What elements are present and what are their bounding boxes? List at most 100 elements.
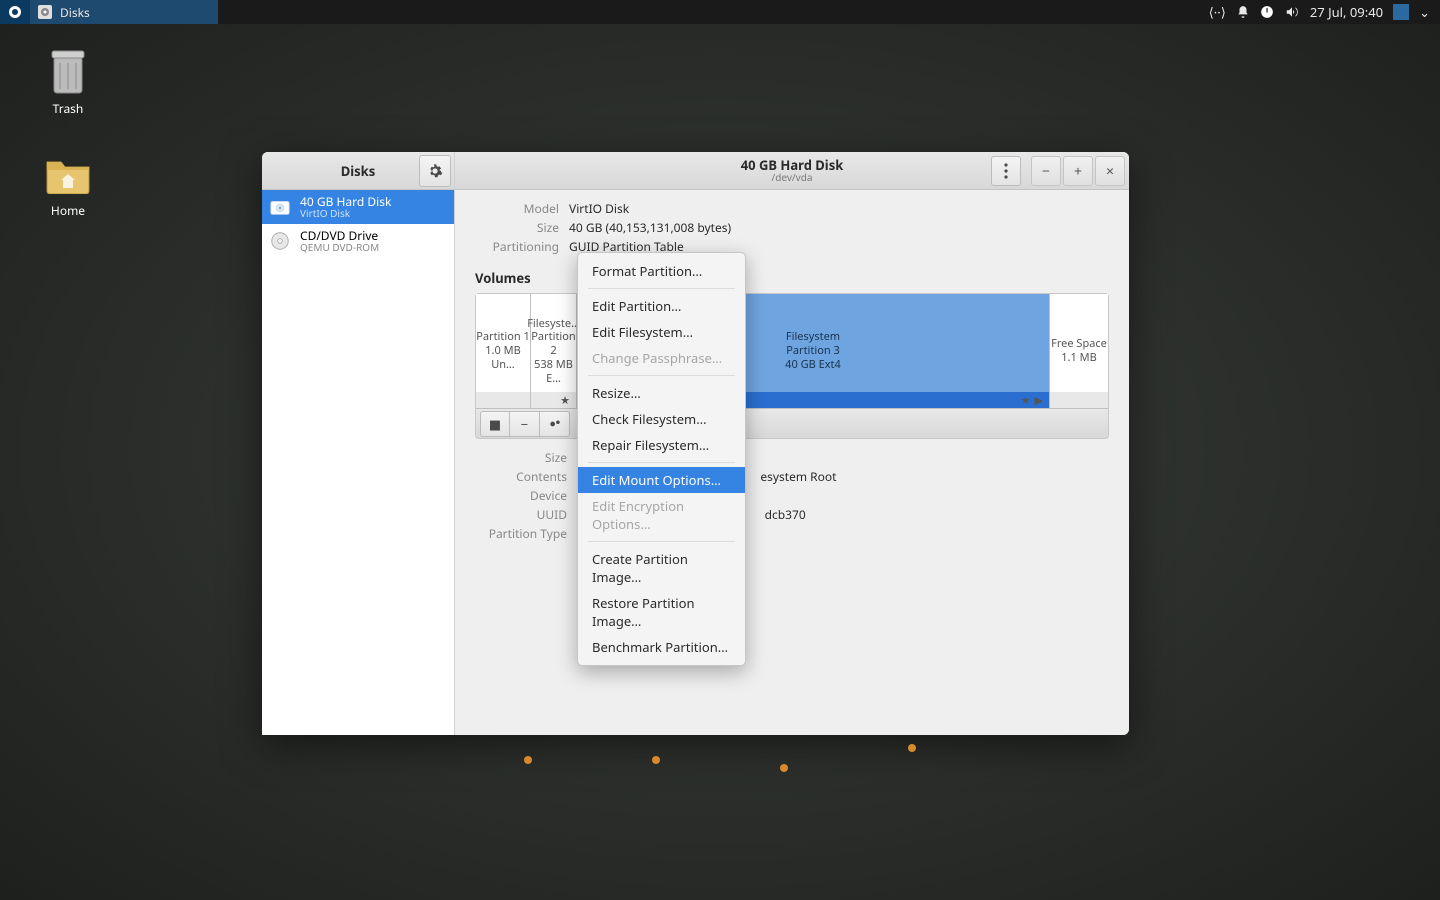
- vol-line: Filesyste…: [527, 317, 580, 331]
- menu-edit-encryption-options: Edit Encryption Options…: [578, 493, 745, 537]
- dock-dot: [524, 756, 532, 764]
- sidebar-header: Disks: [262, 152, 454, 190]
- hard-disk-icon: [268, 195, 292, 219]
- label-contents: Contents: [475, 468, 567, 485]
- drive-menu-button[interactable]: [991, 156, 1021, 186]
- volume-partition-2[interactable]: Filesyste… Partition 2 538 MB E… ★: [531, 294, 577, 408]
- label-size: Size: [475, 219, 559, 236]
- maximize-icon: +: [1074, 162, 1082, 181]
- volume-free-space[interactable]: Free Space 1.1 MB: [1050, 294, 1108, 408]
- close-button[interactable]: ×: [1095, 156, 1125, 186]
- volumes-toolbar: ■ −: [476, 408, 1108, 438]
- device-subtitle: QEMU DVD-ROM: [300, 242, 379, 253]
- xfce-logo-icon: [7, 4, 23, 20]
- delete-partition-button[interactable]: −: [510, 411, 540, 437]
- label-psize: Size: [475, 449, 567, 466]
- menu-edit-mount-options[interactable]: Edit Mount Options…: [578, 467, 745, 493]
- device-list: 40 GB Hard Disk VirtIO Disk CD/DVD Drive…: [262, 190, 454, 735]
- value-model: VirtIO Disk: [569, 200, 629, 217]
- menu-separator: [588, 541, 735, 542]
- sidebar: Disks 40 GB Hard Disk VirtIO Disk: [262, 152, 455, 735]
- label-model: Model: [475, 200, 559, 217]
- label-device: Device: [475, 487, 567, 504]
- top-panel: Disks ⟨··⟩ 27 Jul, 09:40 ⌄: [0, 0, 1440, 24]
- desktop-icon-home[interactable]: Home: [28, 150, 108, 219]
- stop-icon: ■: [489, 415, 501, 433]
- taskbar-item-label: Disks: [60, 4, 90, 21]
- menu-separator: [588, 288, 735, 289]
- main-header: 40 GB Hard Disk /dev/vda − + ×: [455, 152, 1129, 190]
- minus-icon: −: [521, 415, 528, 433]
- device-subtitle: VirtIO Disk: [300, 208, 391, 219]
- label-partitioning: Partitioning: [475, 238, 559, 255]
- vol-line: 1.0 MB Un…: [476, 344, 530, 372]
- mounted-at-link[interactable]: esystem Root: [760, 468, 836, 485]
- tray-app-icon[interactable]: [1393, 4, 1409, 20]
- taskbar-item-disks[interactable]: Disks: [30, 0, 218, 24]
- volumes-row: Partition 1 1.0 MB Un… Filesyste… Partit…: [476, 294, 1108, 408]
- dock-indicators: [524, 756, 916, 764]
- app-menu-button[interactable]: [419, 155, 451, 187]
- window-controls: − + ×: [1031, 156, 1125, 186]
- vol-line: Partition 2: [531, 330, 576, 358]
- chevron-down-icon[interactable]: ⌄: [1419, 3, 1430, 21]
- notifications-icon[interactable]: [1236, 5, 1250, 19]
- menu-restore-partition-image[interactable]: Restore Partition Image…: [578, 590, 745, 634]
- dock-dot: [780, 764, 788, 772]
- desktop-icon-label: Home: [28, 202, 108, 219]
- unmount-button[interactable]: ■: [480, 411, 510, 437]
- minimize-button[interactable]: −: [1031, 156, 1061, 186]
- vol-line: 538 MB E…: [531, 358, 576, 386]
- menu-change-passphrase: Change Passphrase…: [578, 345, 745, 371]
- menu-check-filesystem[interactable]: Check Filesystem…: [578, 406, 745, 432]
- maximize-button[interactable]: +: [1063, 156, 1093, 186]
- menu-edit-filesystem[interactable]: Edit Filesystem…: [578, 319, 745, 345]
- menu-separator: [588, 462, 735, 463]
- applications-menu-button[interactable]: [0, 0, 30, 24]
- partition-context-menu: Format Partition… Edit Partition… Edit F…: [577, 252, 746, 666]
- star-icon: ★: [560, 393, 570, 408]
- device-item-cd-dvd[interactable]: CD/DVD Drive QEMU DVD-ROM: [262, 224, 454, 258]
- gear-icon: [427, 163, 443, 179]
- kebab-icon: [1004, 163, 1008, 179]
- vol-line: Partition 3: [786, 344, 840, 358]
- sidebar-title: Disks: [341, 162, 376, 180]
- label-uuid: UUID: [475, 506, 567, 523]
- menu-benchmark-partition[interactable]: Benchmark Partition…: [578, 634, 745, 660]
- partition-details: Size40 ContentsExt esystem Root Device/d…: [475, 449, 1109, 542]
- desktop-icon-trash[interactable]: Trash: [28, 48, 108, 117]
- vol-line: 1.1 MB: [1061, 351, 1097, 365]
- star-icon: ★: [1021, 393, 1031, 408]
- clock-label[interactable]: 27 Jul, 09:40: [1310, 3, 1383, 21]
- volume-partition-1[interactable]: Partition 1 1.0 MB Un…: [476, 294, 531, 408]
- device-item-hard-disk[interactable]: 40 GB Hard Disk VirtIO Disk: [262, 190, 454, 224]
- disks-app-icon: [38, 5, 52, 19]
- main-body: Model VirtIO Disk Size 40 GB (40,153,131,0…: [455, 190, 1129, 554]
- label-ptype: Partition Type: [475, 525, 567, 542]
- panel-right: ⟨··⟩ 27 Jul, 09:40 ⌄: [1209, 0, 1440, 24]
- menu-resize[interactable]: Resize…: [578, 380, 745, 406]
- gears-icon: [547, 417, 563, 431]
- power-icon[interactable]: [1260, 5, 1274, 19]
- menu-separator: [588, 375, 735, 376]
- dock-dot: [652, 756, 660, 764]
- value-size: 40 GB (40,153,131,008 bytes): [569, 219, 731, 236]
- main-panel: 40 GB Hard Disk /dev/vda − + × Model Virt…: [455, 152, 1129, 735]
- vol-line: 40 GB Ext4: [785, 358, 841, 372]
- folder-home-icon: [44, 150, 92, 198]
- network-icon[interactable]: ⟨··⟩: [1209, 3, 1226, 21]
- optical-disc-icon: [268, 229, 292, 253]
- trash-icon: [44, 48, 92, 96]
- partition-options-button[interactable]: [540, 411, 570, 437]
- menu-edit-partition[interactable]: Edit Partition…: [578, 293, 745, 319]
- volume-icon[interactable]: [1284, 5, 1300, 19]
- value-uuid-tail: dcb370: [765, 506, 806, 523]
- vol-line: Free Space: [1051, 337, 1107, 351]
- desktop-icon-label: Trash: [28, 100, 108, 117]
- main-title-block: 40 GB Hard Disk /dev/vda: [741, 158, 844, 183]
- close-icon: ×: [1106, 162, 1114, 181]
- menu-repair-filesystem[interactable]: Repair Filesystem…: [578, 432, 745, 458]
- menu-create-partition-image[interactable]: Create Partition Image…: [578, 546, 745, 590]
- vol-line: Filesystem: [786, 330, 840, 344]
- menu-format-partition[interactable]: Format Partition…: [578, 258, 745, 284]
